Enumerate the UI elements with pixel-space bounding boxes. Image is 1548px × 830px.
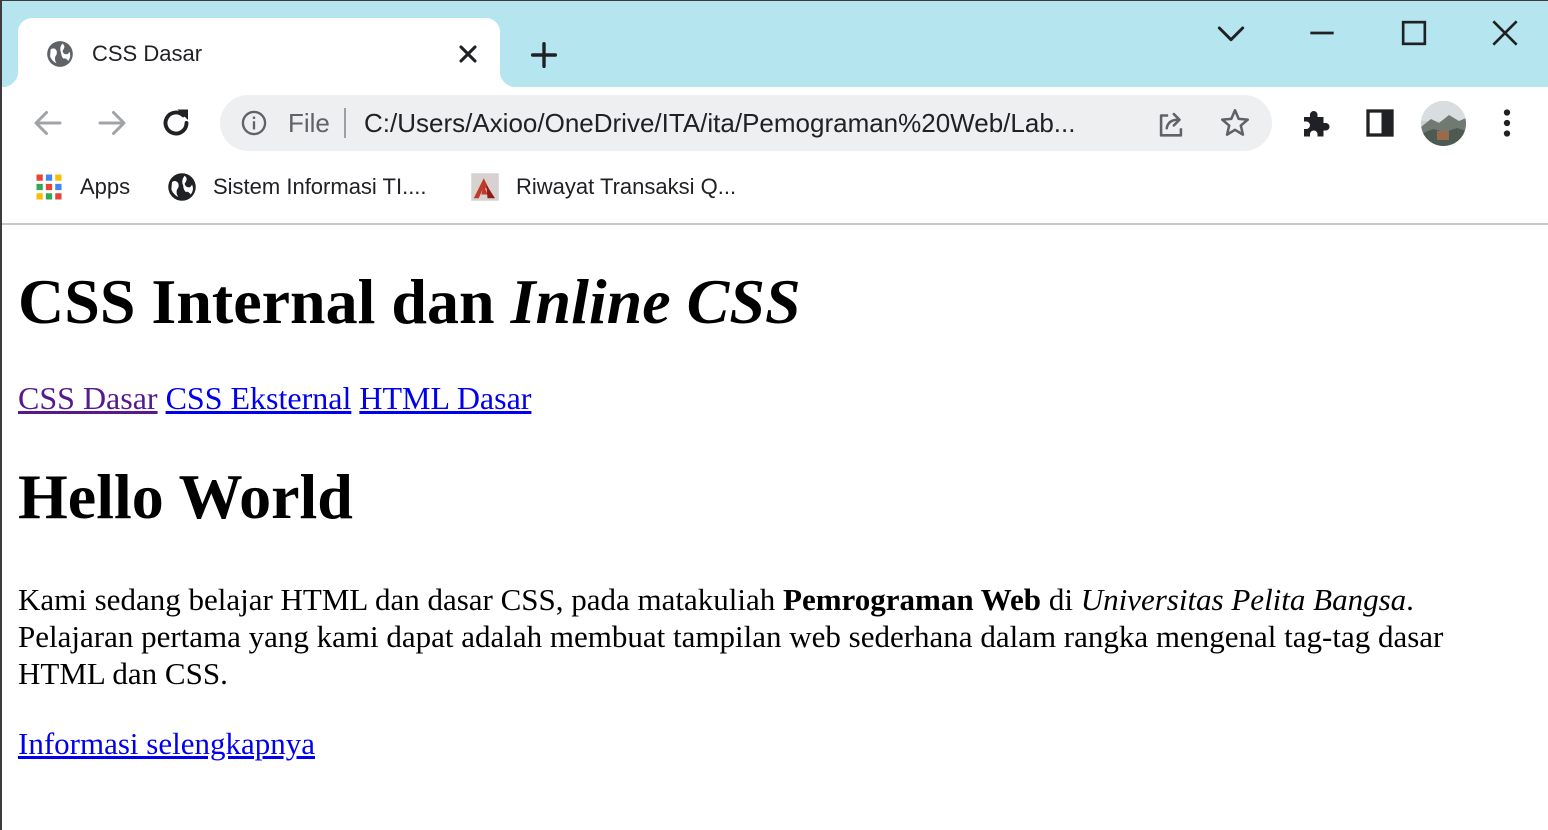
nav-link-css-dasar[interactable]: CSS Dasar	[18, 380, 158, 416]
forward-arrow-icon[interactable]	[94, 105, 130, 141]
paragraph-text: Kami sedang belajar HTML dan dasar CSS, …	[18, 582, 784, 617]
more-info-link[interactable]: Informasi selengkapnya	[18, 726, 315, 761]
page-nav: CSS Dasar CSS Eksternal HTML Dasar	[18, 378, 1532, 418]
profile-avatar[interactable]	[1421, 101, 1466, 146]
close-tab-icon[interactable]	[454, 40, 482, 68]
browser-window: CSS Dasar File C:/Users/Axioo/OneDrive/I…	[0, 0, 1548, 830]
new-tab-button[interactable]	[527, 38, 561, 72]
reload-icon[interactable]	[158, 105, 194, 141]
paragraph-italic: Universitas Pelita Bangsa	[1080, 582, 1407, 617]
nav-link-html-dasar[interactable]: HTML Dasar	[359, 380, 531, 416]
side-panel-icon[interactable]	[1362, 105, 1398, 141]
maximize-icon[interactable]	[1394, 13, 1434, 53]
page-body: CSS Internal dan Inline CSS CSS Dasar CS…	[2, 265, 1548, 762]
info-icon[interactable]	[240, 109, 268, 137]
bookmark-label: Sistem Informasi TI....	[213, 174, 427, 199]
globe-icon	[168, 173, 196, 201]
tab-strip: CSS Dasar	[2, 1, 1548, 87]
minimize-icon[interactable]	[1302, 13, 1342, 53]
bookmark-label: Apps	[80, 174, 131, 199]
page-viewport: CSS Internal dan Inline CSS CSS Dasar CS…	[2, 225, 1548, 830]
more-menu-icon[interactable]	[1489, 105, 1525, 141]
extensions-puzzle-icon[interactable]	[1298, 105, 1334, 141]
url-text[interactable]: C:/Users/Axioo/OneDrive/ITA/ita/Pemogram…	[364, 107, 1134, 139]
bookmark-star-icon[interactable]	[1218, 106, 1252, 140]
paragraph-bold: Pemrograman Web	[783, 582, 1042, 617]
tab-search-chevron-icon[interactable]	[1211, 13, 1251, 53]
site-favicon-icon	[471, 173, 499, 201]
tab-title: CSS Dasar	[92, 41, 203, 66]
nav-link-css-eksternal[interactable]: CSS Eksternal	[166, 380, 352, 416]
page-title: CSS Internal dan Inline CSS	[18, 265, 1532, 339]
bookmark-sistem-informasi[interactable]: Sistem Informasi TI....	[167, 171, 427, 203]
page-title-main: CSS Internal dan	[18, 266, 511, 337]
globe-icon	[47, 41, 73, 67]
intro-paragraph: Kami sedang belajar HTML dan dasar CSS, …	[18, 581, 1518, 692]
page-title-italic: Inline CSS	[510, 266, 801, 337]
address-bar[interactable]: File C:/Users/Axioo/OneDrive/ITA/ita/Pem…	[220, 95, 1272, 151]
paragraph-text: di	[1041, 582, 1081, 617]
bookmark-label: Riwayat Transaksi Q...	[516, 174, 737, 199]
back-arrow-icon[interactable]	[30, 105, 66, 141]
apps-grid-icon	[36, 174, 62, 200]
close-window-icon[interactable]	[1485, 13, 1525, 53]
file-scheme-label: File	[288, 108, 330, 138]
share-icon[interactable]	[1154, 107, 1188, 141]
tab-active[interactable]: CSS Dasar	[2, 18, 516, 87]
toolbar: File C:/Users/Axioo/OneDrive/ITA/ita/Pem…	[2, 87, 1548, 159]
bookmark-apps[interactable]: Apps	[34, 171, 130, 203]
more-info: Informasi selengkapnya	[18, 725, 1532, 762]
hello-heading: Hello World	[18, 461, 353, 532]
address-separator	[344, 108, 346, 138]
bookmark-riwayat-transaksi[interactable]: Riwayat Transaksi Q...	[470, 171, 736, 203]
profile-photo-icon	[1421, 101, 1466, 146]
bookmarks-bar: Apps Sistem Informasi TI.... Riwayat Tra…	[2, 159, 1548, 225]
